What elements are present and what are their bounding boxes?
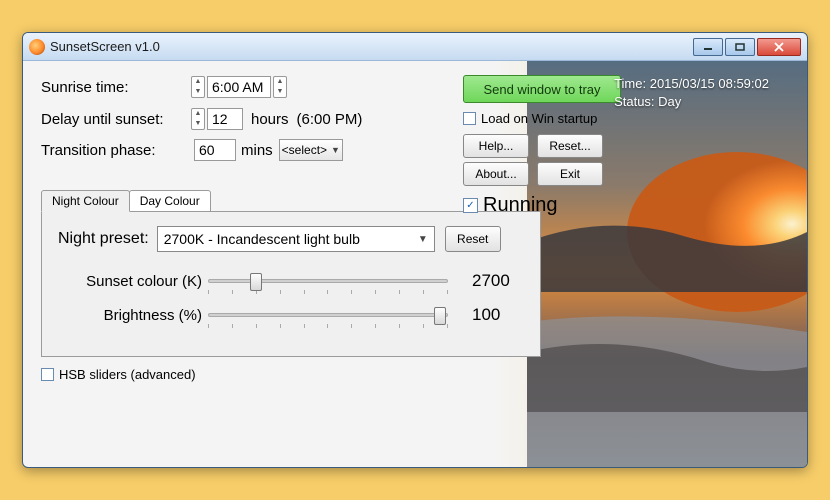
- preset-reset-button[interactable]: Reset: [445, 226, 501, 252]
- chevron-down-icon[interactable]: ▼: [192, 119, 204, 129]
- slider-thumb[interactable]: [250, 273, 262, 291]
- window-title: SunsetScreen v1.0: [50, 39, 160, 54]
- colour-tabs: Night Colour Day Colour Night preset: 27…: [41, 189, 791, 357]
- close-button[interactable]: [757, 38, 801, 56]
- startup-row: Load on Win startup: [463, 111, 643, 126]
- colour-value: 2700: [472, 271, 510, 291]
- minimize-button[interactable]: [693, 38, 723, 56]
- transition-select[interactable]: <select> ▼: [279, 139, 343, 161]
- brightness-slider-row: Brightness (%) 100: [58, 304, 524, 326]
- reset-button[interactable]: Reset...: [537, 134, 603, 158]
- colour-slider[interactable]: [208, 270, 448, 292]
- tab-night-colour[interactable]: Night Colour: [41, 190, 130, 212]
- hsb-checkbox[interactable]: [41, 368, 54, 381]
- help-button[interactable]: Help...: [463, 134, 529, 158]
- maximize-button[interactable]: [725, 38, 755, 56]
- hsb-row: HSB sliders (advanced): [41, 367, 791, 382]
- chevron-up-icon[interactable]: ▲: [192, 109, 204, 119]
- startup-checkbox[interactable]: [463, 112, 476, 125]
- transition-row: Transition phase: mins <select> ▼: [41, 139, 791, 161]
- transition-input[interactable]: [194, 139, 236, 161]
- app-icon: [29, 39, 45, 55]
- titlebar: SunsetScreen v1.0: [23, 33, 807, 61]
- brightness-slider-label: Brightness (%): [58, 307, 208, 324]
- about-button[interactable]: About...: [463, 162, 529, 186]
- sunrise-spinner[interactable]: ▲▼ ▲▼: [191, 75, 287, 99]
- application-window: SunsetScreen v1.0 Time: 2015/03/15 08:59…: [22, 32, 808, 468]
- chevron-down-icon: ▼: [331, 145, 340, 155]
- preset-label: Night preset:: [58, 230, 149, 248]
- brightness-slider[interactable]: [208, 304, 448, 326]
- transition-unit: mins: [241, 142, 273, 159]
- preset-select[interactable]: 2700K - Incandescent light bulb ▼: [157, 226, 435, 252]
- delay-input[interactable]: [207, 108, 243, 130]
- maximize-icon: [735, 43, 745, 51]
- status-overlay: Time: 2015/03/15 08:59:02 Status: Day: [614, 75, 769, 111]
- window-controls: [691, 38, 801, 56]
- brightness-value: 100: [472, 305, 500, 325]
- delay-unit: hours: [251, 111, 289, 128]
- chevron-down-icon[interactable]: ▼: [192, 87, 204, 97]
- overlay-status: Status: Day: [614, 93, 769, 111]
- delay-computed: (6:00 PM): [297, 111, 363, 128]
- delay-label: Delay until sunset:: [41, 111, 191, 128]
- close-icon: [773, 42, 785, 52]
- chevron-up-icon[interactable]: ▲: [192, 77, 204, 87]
- sunrise-label: Sunrise time:: [41, 79, 191, 96]
- colour-slider-row: Sunset colour (K) 2700: [58, 270, 524, 292]
- delay-spinner[interactable]: ▲▼: [191, 107, 245, 131]
- exit-button[interactable]: Exit: [537, 162, 603, 186]
- sunrise-input[interactable]: [207, 76, 271, 98]
- colour-slider-label: Sunset colour (K): [58, 273, 208, 290]
- tab-day-colour[interactable]: Day Colour: [129, 190, 211, 212]
- slider-thumb[interactable]: [434, 307, 446, 325]
- chevron-up-icon[interactable]: ▲: [274, 77, 286, 87]
- overlay-time: Time: 2015/03/15 08:59:02: [614, 75, 769, 93]
- chevron-down-icon: ▼: [418, 234, 428, 245]
- hsb-label: HSB sliders (advanced): [59, 367, 196, 382]
- send-to-tray-button[interactable]: Send window to tray: [463, 75, 621, 103]
- minimize-icon: [703, 43, 713, 51]
- chevron-down-icon[interactable]: ▼: [274, 87, 286, 97]
- night-colour-panel: Night preset: 2700K - Incandescent light…: [41, 211, 541, 357]
- startup-label: Load on Win startup: [481, 111, 597, 126]
- transition-label: Transition phase:: [41, 142, 191, 159]
